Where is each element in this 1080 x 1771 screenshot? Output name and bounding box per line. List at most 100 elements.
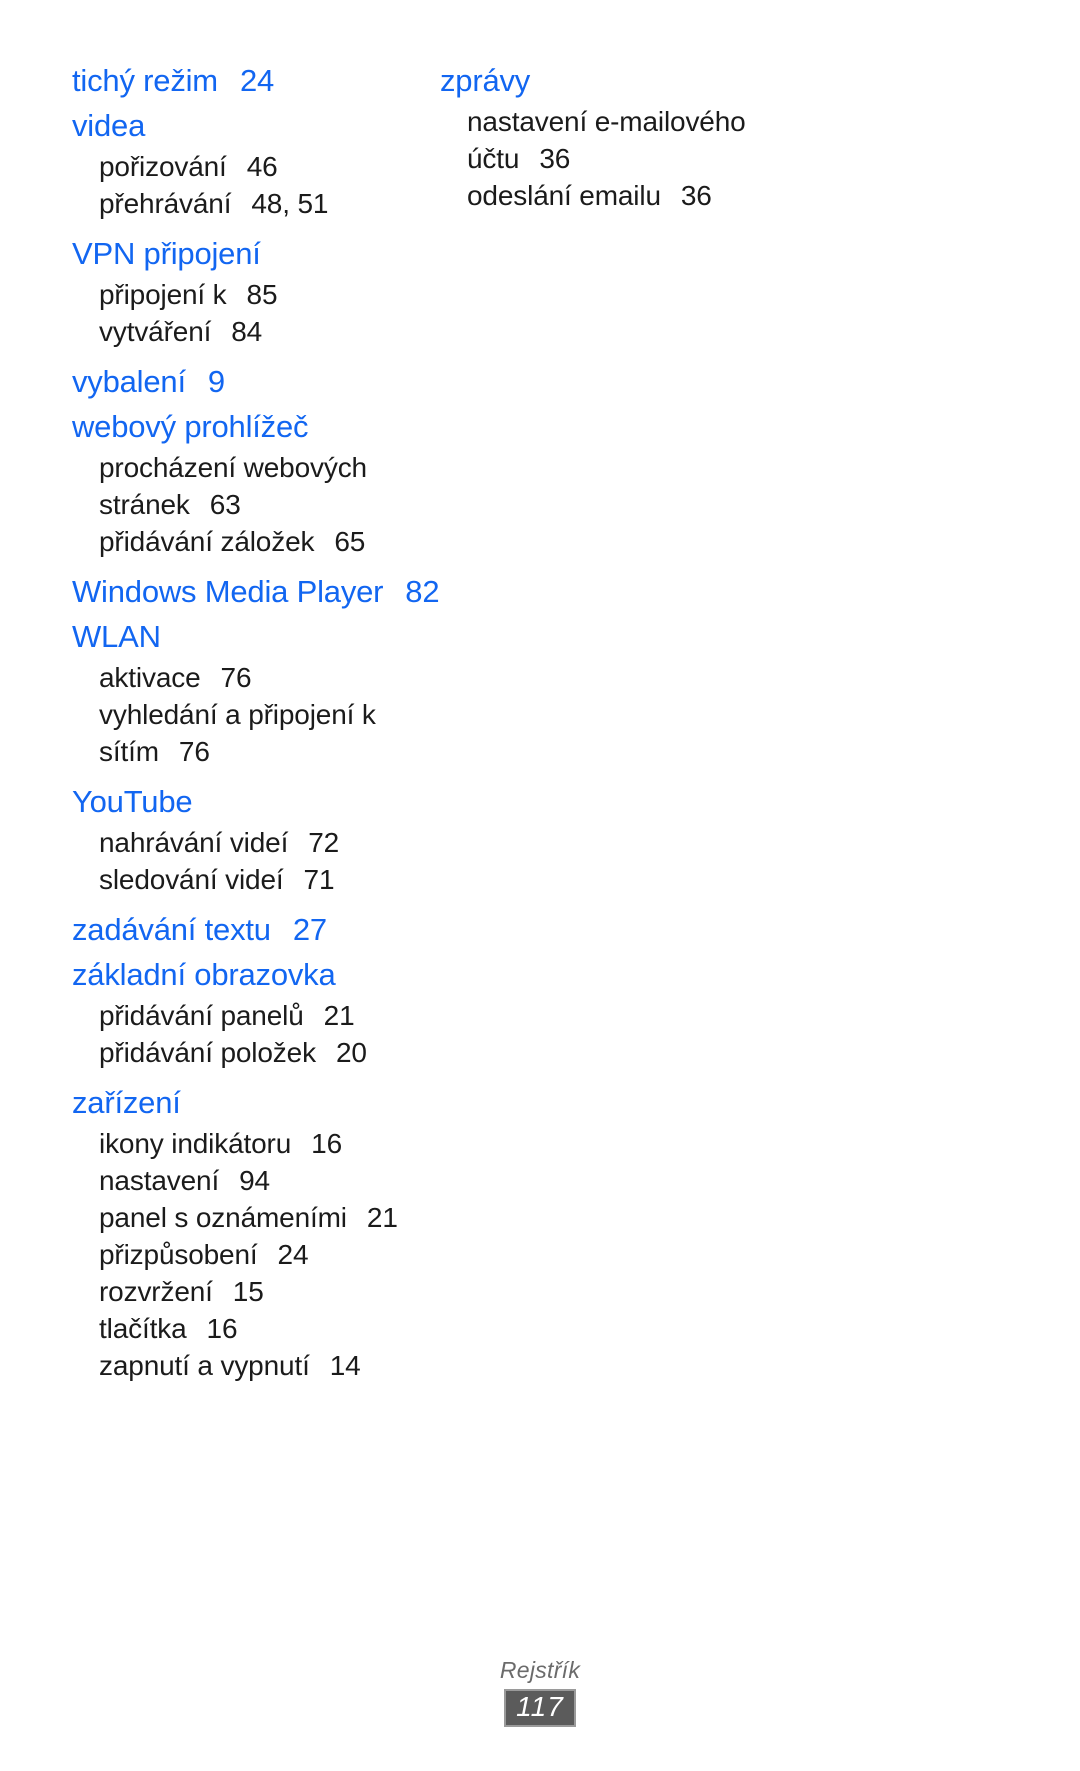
index-group: zprávy nastavení e-mailového účtu 36 odeslá… xyxy=(440,58,900,214)
index-entry[interactable]: pořizování 46 xyxy=(72,148,429,185)
index-entry-page: 24 xyxy=(277,1239,309,1270)
index-entry-label: ikony indikátoru xyxy=(99,1128,292,1159)
index-entry[interactable]: aktivace 76 xyxy=(72,659,429,696)
index-group: YouTube nahrávání videí 72 sledování videí 7… xyxy=(72,779,430,898)
index-entry-page: 36 xyxy=(680,180,712,211)
index-entry-label: nastavení xyxy=(99,1165,220,1196)
index-entry[interactable]: přidávání položek 20 xyxy=(72,1034,429,1071)
index-group-heading-page: 27 xyxy=(292,912,327,947)
index-entry-page: 16 xyxy=(206,1313,238,1344)
index-entry-page: 76 xyxy=(178,736,210,767)
index-group: tichý režim 24 xyxy=(72,58,430,103)
index-entry[interactable]: rozvržení 15 xyxy=(72,1273,429,1310)
index-entry-page: 94 xyxy=(239,1165,270,1196)
index-group-heading[interactable]: tichý režim 24 xyxy=(72,58,430,103)
index-entry[interactable]: nastavení e-mailového účtu 36 xyxy=(440,103,797,177)
index-entry-label: rozvržení xyxy=(99,1276,213,1307)
index-column-left: tichý režim 24 videa pořizování 46 přehrávání… xyxy=(0,58,440,1384)
index-entry-page: 65 xyxy=(334,526,366,557)
index-group-heading[interactable]: webový prohlížeč xyxy=(72,404,430,449)
index-entry-label: vytváření xyxy=(99,316,212,347)
index-group-heading-page: 82 xyxy=(405,574,440,609)
index-entry-page: 63 xyxy=(209,489,241,520)
index-entry[interactable]: vytváření 84 xyxy=(72,313,429,350)
index-group-heading-label: YouTube xyxy=(72,784,193,819)
index-group-heading[interactable]: WLAN xyxy=(72,614,430,659)
index-entry-page: 21 xyxy=(366,1202,398,1233)
index-group-heading[interactable]: základní obrazovka xyxy=(72,952,430,997)
index-entry-label: sledování videí xyxy=(99,864,284,895)
index-group-heading[interactable]: YouTube xyxy=(72,779,430,824)
index-entry-label: připojení k xyxy=(99,279,227,310)
index-group-heading[interactable]: videa xyxy=(72,103,430,148)
index-entry-label: nastavení e-mailového účtu xyxy=(467,106,746,174)
index-entry-label: odeslání emailu xyxy=(467,180,661,211)
index-group-heading[interactable]: VPN připojení xyxy=(72,231,430,276)
index-group-heading[interactable]: zadávání textu 27 xyxy=(72,907,430,952)
index-entry[interactable]: přidávání záložek 65 xyxy=(72,523,429,560)
index-entry[interactable]: sledování videí 71 xyxy=(72,861,429,898)
index-entry-label: přizpůsobení xyxy=(99,1239,258,1270)
index-entry-label: nahrávání videí xyxy=(99,827,289,858)
index-entry-label: přidávání panelů xyxy=(99,1000,304,1031)
index-entry-page: 46 xyxy=(246,151,278,182)
index-group: zařízení ikony indikátoru 16 nastavení 94 pan… xyxy=(72,1080,430,1384)
index-group-heading-label: WLAN xyxy=(72,619,161,654)
index-entry-label: přehrávání xyxy=(99,188,232,219)
index-entry-label: panel s oznámeními xyxy=(99,1202,347,1233)
index-entry[interactable]: vyhledání a připojení k sítím 76 xyxy=(72,696,429,770)
index-entry-page: 85 xyxy=(246,279,278,310)
index-entry-label: tlačítka xyxy=(99,1313,187,1344)
index-group-heading-label: videa xyxy=(72,108,146,143)
index-group-heading-label: základní obrazovka xyxy=(72,957,336,992)
index-entry[interactable]: tlačítka 16 xyxy=(72,1310,429,1347)
index-entry-label: přidávání záložek xyxy=(99,526,315,557)
index-group-heading-label: zadávání textu xyxy=(72,912,271,947)
index-group-heading[interactable]: zařízení xyxy=(72,1080,430,1125)
index-group-heading[interactable]: zprávy xyxy=(440,58,900,103)
index-entry-page: 76 xyxy=(220,662,252,693)
index-entry[interactable]: připojení k 85 xyxy=(72,276,429,313)
index-group-heading-label: vybalení xyxy=(72,364,186,399)
index-entry[interactable]: panel s oznámeními 21 xyxy=(72,1199,429,1236)
index-entry-label: zapnutí a vypnutí xyxy=(99,1350,310,1381)
index-entry-page: 15 xyxy=(232,1276,264,1307)
index-entry-page: 84 xyxy=(231,316,263,347)
index-entry[interactable]: nahrávání videí 72 xyxy=(72,824,429,861)
index-entry[interactable]: přizpůsobení 24 xyxy=(72,1236,429,1273)
index-entry[interactable]: zapnutí a vypnutí 14 xyxy=(72,1347,429,1384)
index-entry-page: 36 xyxy=(539,143,571,174)
index-page: tichý režim 24 videa pořizování 46 přehrávání… xyxy=(0,0,1080,1771)
index-entry[interactable]: odeslání emailu 36 xyxy=(440,177,797,214)
index-entry[interactable]: nastavení 94 xyxy=(72,1162,429,1199)
index-entry-page: 21 xyxy=(323,1000,355,1031)
index-group: zadávání textu 27 xyxy=(72,907,430,952)
footer-section-label: Rejstřík xyxy=(499,1657,581,1683)
index-columns: tichý režim 24 videa pořizování 46 přehrávání… xyxy=(0,58,1080,1384)
index-group: webový prohlížeč procházení webových strá… xyxy=(72,404,430,560)
index-group: základní obrazovka přidávání panelů 21 přid… xyxy=(72,952,430,1071)
index-group-heading-label: zařízení xyxy=(72,1085,181,1120)
index-group: Windows Media Player 82 xyxy=(72,569,440,614)
index-group-heading-label: zprávy xyxy=(440,63,531,98)
index-entry[interactable]: ikony indikátoru 16 xyxy=(72,1125,429,1162)
index-entry-page: 16 xyxy=(311,1128,343,1159)
index-group-heading[interactable]: vybalení 9 xyxy=(72,359,430,404)
page-footer: Rejstřík 117 xyxy=(0,1655,1080,1727)
index-group-heading-label: VPN připojení xyxy=(72,236,261,271)
index-group-heading-label: tichý režim xyxy=(72,63,218,98)
index-entry[interactable]: přehrávání 48, 51 xyxy=(72,185,429,222)
index-group-heading-label: Windows Media Player xyxy=(72,574,384,609)
index-group-heading-page: 24 xyxy=(239,63,275,98)
index-group: vybalení 9 xyxy=(72,359,430,404)
index-entry-label: vyhledání a připojení k sítím xyxy=(99,699,376,767)
page-number-badge: 117 xyxy=(504,1689,576,1727)
index-entry-label: pořizování xyxy=(99,151,227,182)
index-entry[interactable]: procházení webových stránek 63 xyxy=(72,449,429,523)
index-group-heading-label: webový prohlížeč xyxy=(72,409,309,444)
index-entry[interactable]: přidávání panelů 21 xyxy=(72,997,429,1034)
index-group-heading[interactable]: Windows Media Player 82 xyxy=(72,569,440,614)
index-group: VPN připojení připojení k 85 vytváření 84 xyxy=(72,231,430,350)
index-group: WLAN aktivace 76 vyhledání a připojení k sí… xyxy=(72,614,430,770)
index-entry-label: aktivace xyxy=(99,662,201,693)
